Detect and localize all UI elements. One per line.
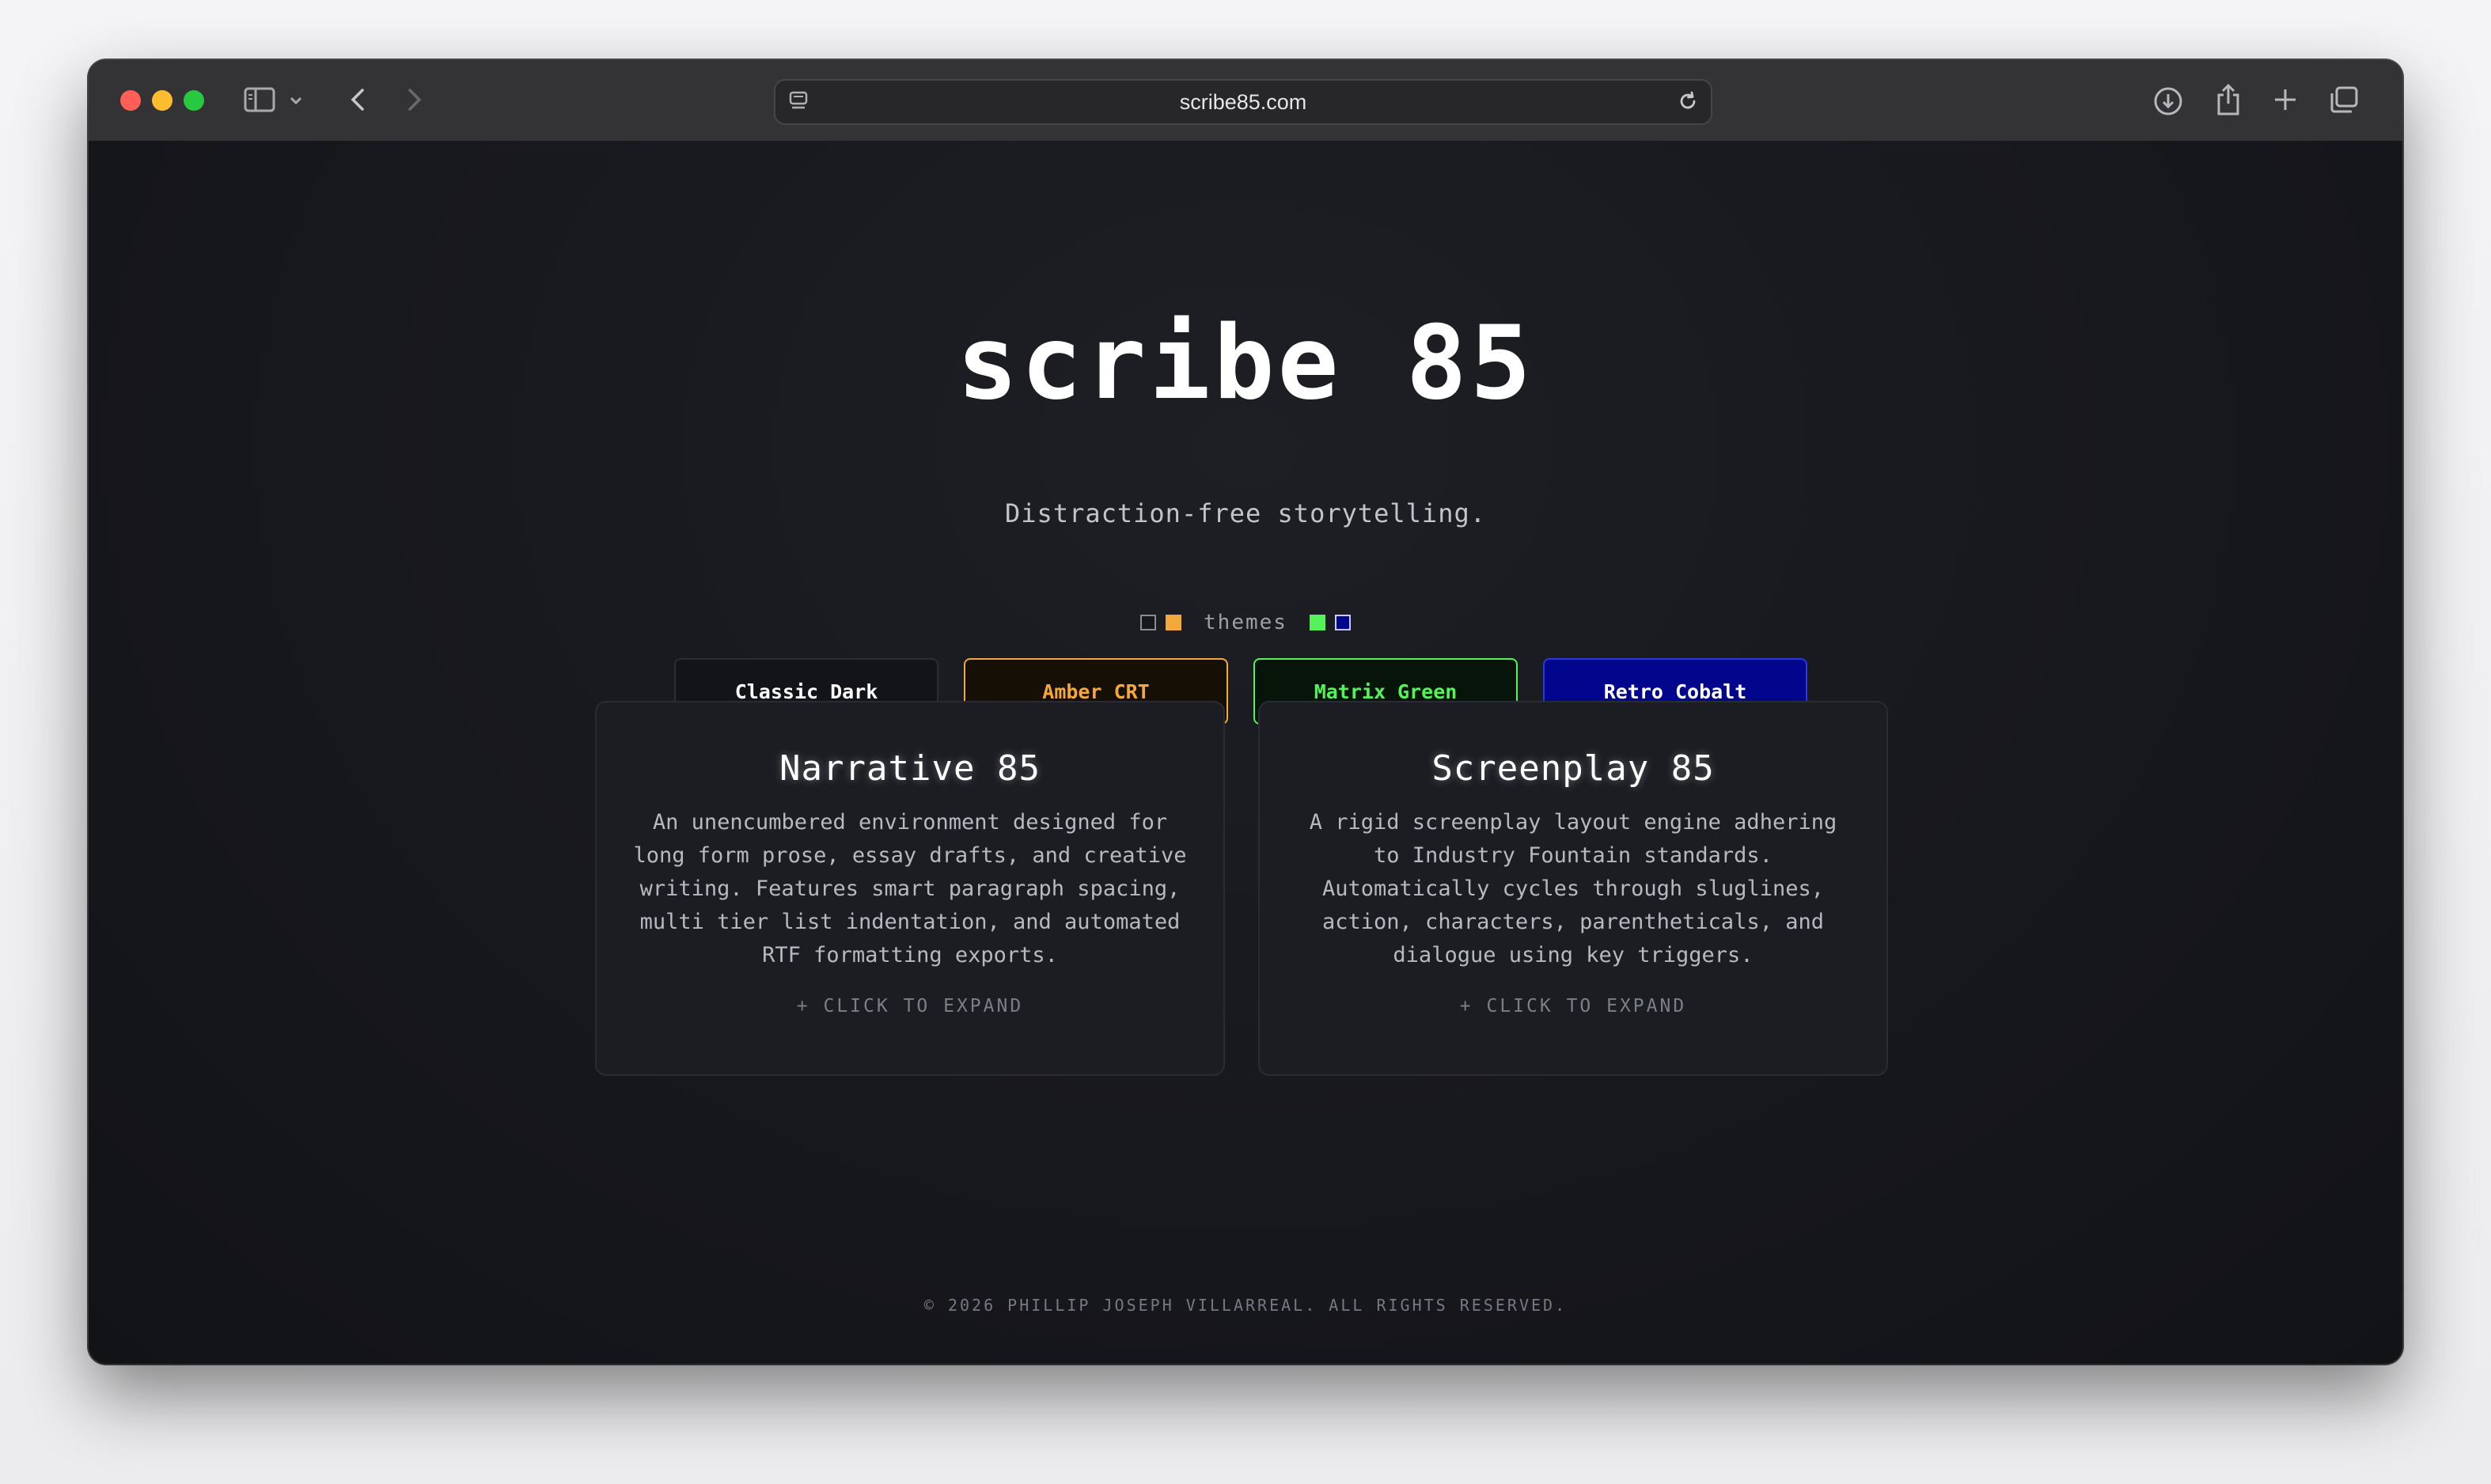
themes-heading: themes [89, 611, 2402, 634]
expand-link[interactable]: + CLICK TO EXPAND [1260, 996, 1886, 1016]
card-title: Screenplay 85 [1431, 748, 1715, 789]
url-text[interactable]: scribe85.com [1180, 90, 1307, 115]
theme-swatch-cobalt [1334, 615, 1351, 630]
new-tab-icon[interactable] [2269, 84, 2301, 115]
footer-copyright: © 2026 PHILLIP JOSEPH VILLARREAL. ALL RI… [923, 1296, 1568, 1315]
address-bar[interactable]: scribe85.com [774, 79, 1712, 125]
site-logo: scribe 85 [957, 305, 1534, 422]
back-icon[interactable] [343, 82, 372, 117]
share-icon[interactable] [2211, 81, 2246, 119]
card-title: Narrative 85 [779, 748, 1041, 789]
theme-swatch-dark [1140, 615, 1157, 630]
browser-window: scribe85.com scribe 85 Distraction-free … [89, 60, 2402, 1364]
close-window-button[interactable] [120, 90, 141, 111]
tagline: Distraction-free storytelling. [1005, 498, 1486, 528]
tab-overview-icon[interactable] [2326, 84, 2361, 115]
page-content: scribe 85 Distraction-free storytelling.… [89, 141, 2402, 1364]
sidebar-toggle-icon[interactable] [242, 84, 277, 115]
theme-swatch-amber [1166, 615, 1182, 630]
forward-icon[interactable] [400, 82, 429, 117]
themes-label: themes [1204, 611, 1287, 634]
card-description: A rigid screenplay layout engine adherin… [1309, 810, 1837, 967]
chevron-down-icon[interactable] [286, 89, 305, 112]
screenplay-card[interactable]: Screenplay 85 A rigid screenplay layout … [1258, 701, 1888, 1076]
reload-icon[interactable] [1676, 89, 1700, 113]
minimize-window-button[interactable] [152, 90, 173, 111]
theme-swatch-green [1309, 615, 1325, 630]
narrative-card[interactable]: Narrative 85 An unencumbered environment… [595, 701, 1225, 1076]
card-description: An unencumbered environment designed for… [633, 810, 1187, 967]
browser-toolbar: scribe85.com [89, 60, 2402, 142]
zoom-window-button[interactable] [184, 90, 204, 111]
downloads-icon[interactable] [2151, 84, 2186, 119]
page-settings-icon[interactable] [787, 89, 810, 113]
expand-link[interactable]: + CLICK TO EXPAND [597, 996, 1223, 1016]
